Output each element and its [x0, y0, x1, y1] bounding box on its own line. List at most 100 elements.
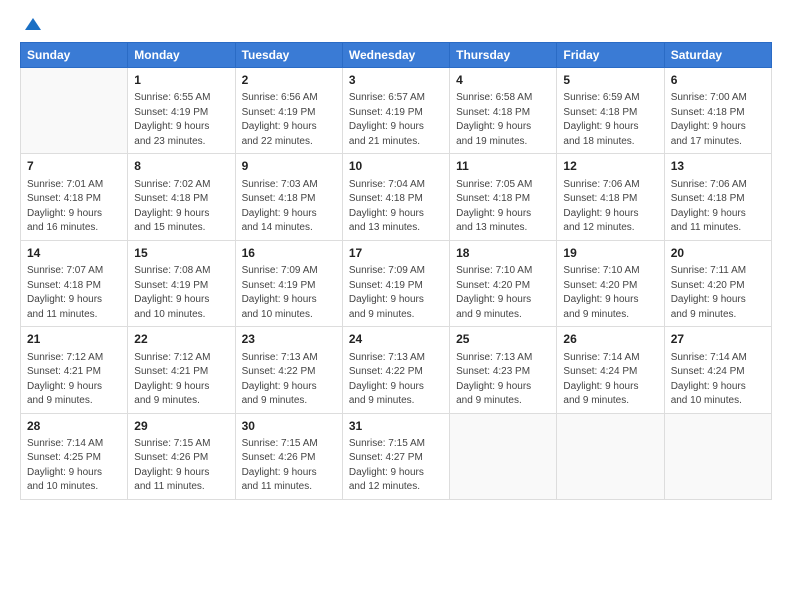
calendar-cell: 21 Sunrise: 7:12 AMSunset: 4:21 PMDayligh…: [21, 327, 128, 413]
calendar-cell: 18 Sunrise: 7:10 AMSunset: 4:20 PMDayligh…: [450, 240, 557, 326]
calendar-cell: 27 Sunrise: 7:14 AMSunset: 4:24 PMDayligh…: [664, 327, 771, 413]
day-number: 8: [134, 158, 228, 175]
day-number: 7: [27, 158, 121, 175]
day-info: Sunrise: 7:14 AMSunset: 4:24 PMDaylight:…: [671, 351, 765, 409]
col-header-friday: Friday: [557, 43, 664, 68]
calendar-week-row: 7 Sunrise: 7:01 AMSunset: 4:18 PMDaylight…: [21, 154, 772, 240]
day-info: Sunrise: 6:56 AMSunset: 4:19 PMDaylight:…: [242, 91, 336, 149]
calendar-cell: 6 Sunrise: 7:00 AMSunset: 4:18 PMDaylight…: [664, 68, 771, 154]
calendar-week-row: 28 Sunrise: 7:14 AMSunset: 4:25 PMDayligh…: [21, 413, 772, 499]
day-info: Sunrise: 6:59 AMSunset: 4:18 PMDaylight:…: [563, 91, 657, 149]
calendar-cell: 25 Sunrise: 7:13 AMSunset: 4:23 PMDayligh…: [450, 327, 557, 413]
calendar-header-row: SundayMondayTuesdayWednesdayThursdayFrid…: [21, 43, 772, 68]
day-info: Sunrise: 7:15 AMSunset: 4:27 PMDaylight:…: [349, 437, 443, 495]
calendar-cell: [557, 413, 664, 499]
day-info: Sunrise: 6:55 AMSunset: 4:19 PMDaylight:…: [134, 91, 228, 149]
calendar-week-row: 14Sunrise: 7:07 AMSunset: 4:18 PMDayligh…: [21, 240, 772, 326]
calendar-cell: [450, 413, 557, 499]
calendar-cell: 29 Sunrise: 7:15 AMSunset: 4:26 PMDayligh…: [128, 413, 235, 499]
day-info: Sunrise: 7:06 AMSunset: 4:18 PMDaylight:…: [671, 178, 765, 236]
day-number: 24: [349, 331, 443, 348]
day-info: Sunrise: 7:14 AMSunset: 4:24 PMDaylight:…: [563, 351, 657, 409]
calendar-cell: 28 Sunrise: 7:14 AMSunset: 4:25 PMDayligh…: [21, 413, 128, 499]
calendar-cell: 5Sunrise: 6:59 AMSunset: 4:18 PMDaylight…: [557, 68, 664, 154]
calendar-cell: 20 Sunrise: 7:11 AMSunset: 4:20 PMDayligh…: [664, 240, 771, 326]
day-number: 13: [671, 158, 765, 175]
calendar-cell: 14Sunrise: 7:07 AMSunset: 4:18 PMDayligh…: [21, 240, 128, 326]
day-number: 9: [242, 158, 336, 175]
day-number: 30: [242, 418, 336, 435]
day-info: Sunrise: 7:13 AMSunset: 4:22 PMDaylight:…: [349, 351, 443, 409]
day-info: Sunrise: 6:58 AMSunset: 4:18 PMDaylight:…: [456, 91, 550, 149]
day-info: Sunrise: 7:00 AMSunset: 4:18 PMDaylight:…: [671, 91, 765, 149]
calendar-cell: [664, 413, 771, 499]
header: [20, 18, 772, 36]
calendar-table: SundayMondayTuesdayWednesdayThursdayFrid…: [20, 42, 772, 500]
day-info: Sunrise: 7:10 AMSunset: 4:20 PMDaylight:…: [456, 264, 550, 322]
day-number: 10: [349, 158, 443, 175]
day-info: Sunrise: 7:02 AMSunset: 4:18 PMDaylight:…: [134, 178, 228, 236]
calendar-cell: 8 Sunrise: 7:02 AMSunset: 4:18 PMDaylight…: [128, 154, 235, 240]
col-header-sunday: Sunday: [21, 43, 128, 68]
col-header-thursday: Thursday: [450, 43, 557, 68]
day-number: 28: [27, 418, 121, 435]
day-number: 25: [456, 331, 550, 348]
day-number: 14: [27, 245, 121, 262]
day-info: Sunrise: 7:13 AMSunset: 4:22 PMDaylight:…: [242, 351, 336, 409]
day-number: 29: [134, 418, 228, 435]
day-number: 31: [349, 418, 443, 435]
calendar-cell: 7 Sunrise: 7:01 AMSunset: 4:18 PMDaylight…: [21, 154, 128, 240]
calendar-cell: 30 Sunrise: 7:15 AMSunset: 4:26 PMDayligh…: [235, 413, 342, 499]
calendar-cell: 11 Sunrise: 7:05 AMSunset: 4:18 PMDayligh…: [450, 154, 557, 240]
day-number: 26: [563, 331, 657, 348]
logo: [20, 18, 43, 36]
day-info: Sunrise: 7:05 AMSunset: 4:18 PMDaylight:…: [456, 178, 550, 236]
day-number: 27: [671, 331, 765, 348]
day-info: Sunrise: 7:10 AMSunset: 4:20 PMDaylight:…: [563, 264, 657, 322]
calendar-week-row: 1 Sunrise: 6:55 AMSunset: 4:19 PMDaylight…: [21, 68, 772, 154]
day-number: 15: [134, 245, 228, 262]
day-info: Sunrise: 7:12 AMSunset: 4:21 PMDaylight:…: [27, 351, 121, 409]
calendar-cell: 2Sunrise: 6:56 AMSunset: 4:19 PMDaylight…: [235, 68, 342, 154]
day-info: Sunrise: 7:11 AMSunset: 4:20 PMDaylight:…: [671, 264, 765, 322]
day-number: 6: [671, 72, 765, 89]
day-info: Sunrise: 7:01 AMSunset: 4:18 PMDaylight:…: [27, 178, 121, 236]
day-info: Sunrise: 7:12 AMSunset: 4:21 PMDaylight:…: [134, 351, 228, 409]
calendar-cell: 23 Sunrise: 7:13 AMSunset: 4:22 PMDayligh…: [235, 327, 342, 413]
calendar-cell: 17Sunrise: 7:09 AMSunset: 4:19 PMDayligh…: [342, 240, 449, 326]
day-number: 1: [134, 72, 228, 89]
day-info: Sunrise: 7:14 AMSunset: 4:25 PMDaylight:…: [27, 437, 121, 495]
day-number: 3: [349, 72, 443, 89]
col-header-saturday: Saturday: [664, 43, 771, 68]
day-number: 23: [242, 331, 336, 348]
day-info: Sunrise: 7:13 AMSunset: 4:23 PMDaylight:…: [456, 351, 550, 409]
col-header-monday: Monday: [128, 43, 235, 68]
day-number: 4: [456, 72, 550, 89]
day-number: 17: [349, 245, 443, 262]
calendar-cell: 15 Sunrise: 7:08 AMSunset: 4:19 PMDayligh…: [128, 240, 235, 326]
day-number: 20: [671, 245, 765, 262]
calendar-cell: 16Sunrise: 7:09 AMSunset: 4:19 PMDayligh…: [235, 240, 342, 326]
day-info: Sunrise: 7:03 AMSunset: 4:18 PMDaylight:…: [242, 178, 336, 236]
day-number: 19: [563, 245, 657, 262]
day-info: Sunrise: 7:15 AMSunset: 4:26 PMDaylight:…: [242, 437, 336, 495]
col-header-tuesday: Tuesday: [235, 43, 342, 68]
calendar-cell: 9 Sunrise: 7:03 AMSunset: 4:18 PMDaylight…: [235, 154, 342, 240]
calendar-cell: 24 Sunrise: 7:13 AMSunset: 4:22 PMDayligh…: [342, 327, 449, 413]
day-number: 21: [27, 331, 121, 348]
day-number: 22: [134, 331, 228, 348]
day-info: Sunrise: 6:57 AMSunset: 4:19 PMDaylight:…: [349, 91, 443, 149]
day-info: Sunrise: 7:08 AMSunset: 4:19 PMDaylight:…: [134, 264, 228, 322]
calendar-cell: 31 Sunrise: 7:15 AMSunset: 4:27 PMDayligh…: [342, 413, 449, 499]
day-info: Sunrise: 7:06 AMSunset: 4:18 PMDaylight:…: [563, 178, 657, 236]
day-number: 11: [456, 158, 550, 175]
calendar-week-row: 21 Sunrise: 7:12 AMSunset: 4:21 PMDayligh…: [21, 327, 772, 413]
col-header-wednesday: Wednesday: [342, 43, 449, 68]
calendar-cell: 3 Sunrise: 6:57 AMSunset: 4:19 PMDaylight…: [342, 68, 449, 154]
calendar-cell: [21, 68, 128, 154]
day-number: 18: [456, 245, 550, 262]
logo-icon: [23, 16, 43, 36]
page: SundayMondayTuesdayWednesdayThursdayFrid…: [0, 0, 792, 612]
calendar-cell: 19 Sunrise: 7:10 AMSunset: 4:20 PMDayligh…: [557, 240, 664, 326]
day-info: Sunrise: 7:15 AMSunset: 4:26 PMDaylight:…: [134, 437, 228, 495]
